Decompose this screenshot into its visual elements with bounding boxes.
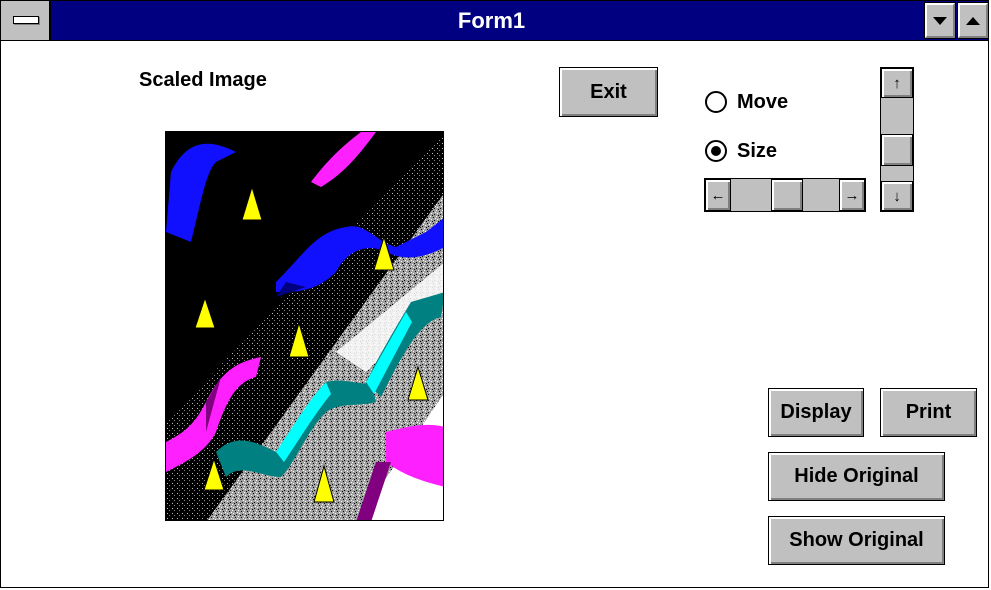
hide-original-button[interactable]: Hide Original <box>768 452 945 501</box>
show-original-button[interactable]: Show Original <box>768 516 945 565</box>
arrow-right-icon: → <box>844 186 860 204</box>
exit-button[interactable]: Exit <box>559 67 658 117</box>
scaled-image-label: Scaled Image <box>139 69 267 91</box>
system-menu-icon <box>13 16 39 24</box>
size-radio-label: Size <box>737 139 778 162</box>
scaled-image-artwork <box>166 132 443 520</box>
scroll-left-button[interactable]: ← <box>705 179 731 211</box>
scroll-right-button[interactable]: → <box>839 179 865 211</box>
radio-circle[interactable] <box>705 140 727 162</box>
scroll-down-button[interactable]: ↓ <box>881 181 913 211</box>
minimize-icon <box>933 17 947 25</box>
title-bar[interactable]: Form1 <box>1 1 989 41</box>
vertical-scroll-thumb[interactable] <box>881 134 913 166</box>
move-radio[interactable]: Move <box>705 87 788 117</box>
print-button[interactable]: Print <box>880 388 977 437</box>
radio-circle[interactable] <box>705 91 727 113</box>
arrow-left-icon: ← <box>710 186 726 204</box>
system-menu-button[interactable] <box>1 1 51 40</box>
arrow-down-icon: ↓ <box>893 187 901 205</box>
display-button[interactable]: Display <box>768 388 864 437</box>
window-title: Form1 <box>457 8 526 33</box>
horizontal-scrollbar[interactable]: ← → <box>704 178 866 212</box>
scaled-image <box>165 131 444 521</box>
form-window: Form1 Scaled Image Exit Move Size ← → ↑ … <box>0 0 989 588</box>
scroll-up-button[interactable]: ↑ <box>881 68 913 98</box>
size-radio[interactable]: Size <box>705 136 777 166</box>
horizontal-scroll-thumb[interactable] <box>771 179 803 211</box>
maximize-icon <box>966 17 980 25</box>
vertical-scrollbar[interactable]: ↑ ↓ <box>880 67 914 212</box>
arrow-up-icon: ↑ <box>893 74 901 92</box>
radio-selected-dot <box>711 146 721 156</box>
move-radio-label: Move <box>737 90 789 113</box>
minimize-button[interactable] <box>924 2 956 39</box>
maximize-button[interactable] <box>957 2 989 39</box>
